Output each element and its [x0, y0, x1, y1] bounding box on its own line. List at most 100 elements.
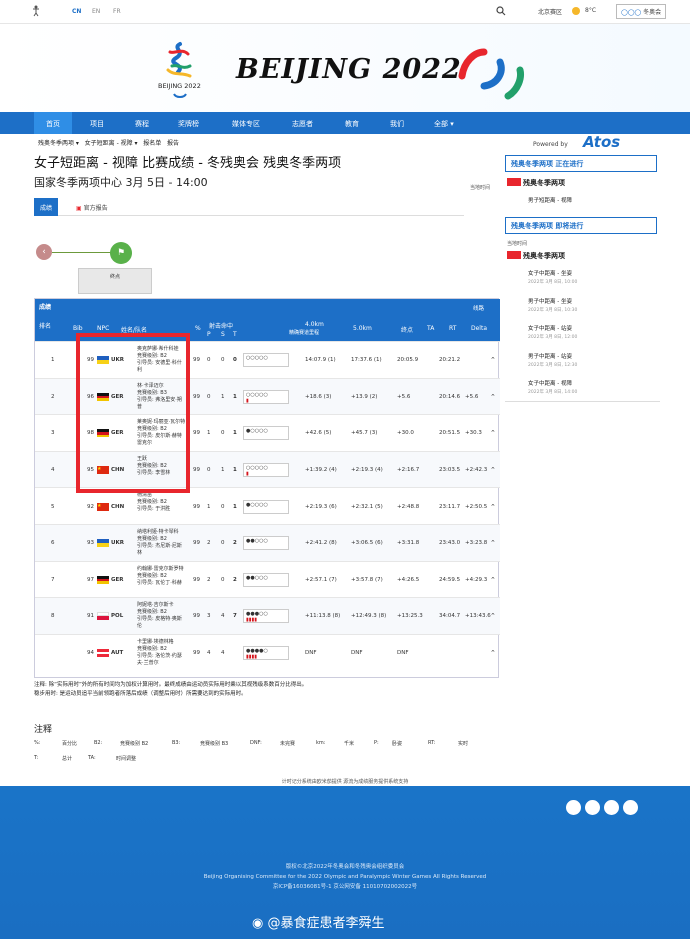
athlete-info[interactable]: 杨清苗 竞赛级别: B2 引导员: 于洪胜 [137, 492, 170, 513]
col-delta[interactable]: Delta [471, 325, 487, 332]
chevron-up-icon[interactable]: ⌃ [490, 466, 496, 474]
olympic-switch[interactable]: ◯◯◯ 冬奥会 [616, 4, 667, 19]
chevron-up-icon[interactable]: ⌃ [490, 576, 496, 584]
col-bib[interactable]: Bib [73, 325, 83, 332]
athlete-info[interactable]: 卡里娜·埃德林格 竞赛级别: B2 引导员: 洛伦茨·约瑟 夫·兰普尔 [137, 639, 182, 667]
chevron-up-icon[interactable]: ⌃ [490, 649, 496, 657]
upcoming-event-time: 2022年 3月 8日, 10:00 [528, 280, 578, 285]
douyin-icon[interactable] [604, 800, 619, 815]
nav-volunteers[interactable]: 志愿者 [292, 119, 313, 129]
live-now-title[interactable]: 残奥冬季两项 正在进行 [505, 155, 657, 172]
penalty-icons: ▮ [246, 397, 249, 404]
shooting-targets[interactable]: ●●○○○ [243, 536, 289, 551]
col-pct[interactable]: % [195, 325, 201, 332]
nav-home[interactable]: 首页 [34, 112, 72, 134]
table-row[interactable]: 8 91 POL 阿妮塔·吉尔斯卡 竞赛级别: B2 引导员: 皮格特·奥斯伦 99 3 4 7 ●… [35, 597, 500, 634]
table-row[interactable]: 7 97 GER 约翰娜·雷克尔斯罗特 竞赛级别: B2 引导员: 瓦伦丁·科赫 99 2 0 2… [35, 560, 500, 598]
upcoming-title[interactable]: 残奥冬季两项 即将进行 [505, 217, 657, 234]
chevron-up-icon[interactable]: ⌃ [490, 539, 496, 547]
kuaishou-icon[interactable] [623, 800, 638, 815]
split-4km: +18.6 (3) [305, 393, 332, 400]
breadcrumb-entries[interactable]: 报名单 [143, 140, 161, 147]
lang-en[interactable]: EN [92, 8, 100, 15]
nav-about[interactable]: 我们 [390, 119, 404, 129]
finish-time: +3:31.8 [397, 540, 420, 547]
breadcrumb-report[interactable]: 报告 [167, 140, 179, 147]
finish-time: DNF [397, 650, 409, 657]
search-icon[interactable] [496, 6, 506, 16]
table-row[interactable]: 6 93 UKR 纳塔利娅·特卡琴科 竞赛级别: B2 引导员: 杰尼斯·尼斯林 99 2 0 2… [35, 524, 500, 561]
icp-record[interactable]: 京ICP备16036081号-1 京公网安备 11010702002022号 [0, 882, 690, 892]
chevron-up-icon[interactable]: ⌃ [490, 429, 496, 437]
athlete-info[interactable]: 纳塔利娅·特卡琴科 竞赛级别: B2 引导员: 杰尼斯·尼斯林 [137, 529, 182, 557]
athlete-info[interactable]: 阿妮塔·吉尔斯卡 竞赛级别: B2 引导员: 皮格特·奥斯伦 [137, 602, 182, 630]
results-section-title: 成绩 [39, 304, 52, 311]
annotation-key: T: [34, 755, 39, 761]
bib: 93 [87, 540, 94, 547]
chevron-up-icon[interactable]: ⌃ [490, 393, 496, 401]
tab-results[interactable]: 成绩 [34, 198, 59, 216]
col-rt[interactable]: RT [449, 325, 456, 332]
rank: 5 [51, 503, 55, 510]
weibo-icon[interactable] [566, 800, 581, 815]
col-5km[interactable]: 5.0km [353, 325, 372, 332]
main-nav: 首页 项目 赛程 奖牌榜 媒体专区 志愿者 教育 我们 全部 ▾ [0, 112, 690, 134]
nav-all-label: 全部 [434, 120, 448, 128]
real-time: 23:03.5 [439, 467, 461, 474]
prone: 2 [207, 576, 211, 583]
chevron-up-icon[interactable]: ⌃ [490, 356, 496, 364]
nav-media[interactable]: 媒体专区 [232, 119, 260, 129]
upcoming-event[interactable]: 男子中距离 - 坐姿 [528, 297, 572, 305]
weibo-watermark-icon: ◉ [252, 916, 268, 931]
breadcrumb-sport[interactable]: 残奥冬季两项 [38, 140, 74, 147]
nav-schedule[interactable]: 赛程 [135, 119, 149, 129]
live-event[interactable]: 男子短距离 - 视障 [528, 196, 572, 204]
wechat-icon[interactable] [585, 800, 600, 815]
tab-official-report[interactable]: ▣ 官方报告 [70, 198, 114, 216]
annotation-value: 卧姿 [392, 741, 403, 747]
upcoming-event[interactable]: 女子中距离 - 视障 [528, 379, 572, 387]
shooting-targets[interactable]: ●●●○○ ▮▮▮▮ [243, 609, 289, 624]
nav-sports[interactable]: 项目 [90, 119, 104, 129]
shooting-targets[interactable]: ○○○○○ [243, 353, 289, 368]
real-time: 23:43.0 [439, 540, 461, 547]
breadcrumb-event[interactable]: 女子短距离 - 视障 [85, 140, 133, 147]
col-finish[interactable]: 终点 [401, 325, 413, 334]
finish-time: +2:16.7 [397, 467, 420, 474]
annotation-value: 百分比 [62, 741, 78, 747]
finish-flag-icon[interactable]: ⚑ [110, 242, 132, 264]
percent: 99 [193, 540, 200, 547]
upcoming-event[interactable]: 女子中距离 - 站姿 [528, 324, 572, 332]
delta: +4:29.3 [465, 576, 488, 583]
copyright: 版权©北京2022年冬奥会和冬残奥会组织委员会 Beijing Organisi… [0, 862, 690, 892]
shooting-targets[interactable]: ○○○○○ ▮ [243, 463, 289, 478]
upcoming-event[interactable]: 男子中距离 - 站姿 [528, 352, 572, 360]
lang-cn[interactable]: CN [72, 8, 81, 15]
athlete-info[interactable]: 约翰娜·雷克尔斯罗特 竞赛级别: B2 引导员: 瓦伦丁·科赫 [137, 566, 184, 587]
col-ta[interactable]: TA [427, 325, 434, 332]
shooting-targets[interactable]: ●○○○○ [243, 499, 289, 514]
nav-medals[interactable]: 奖牌榜 [178, 119, 199, 129]
progress-flow: ‹ ⚑ 终点 [36, 238, 476, 298]
col-rank[interactable]: 排名 [39, 321, 51, 330]
penalty-icons: ▮▮▮▮ [246, 617, 258, 624]
nav-all[interactable]: 全部 ▾ [434, 119, 454, 129]
table-row[interactable]: 94 AUT 卡里娜·埃德林格 竞赛级别: B2 引导员: 洛伦茨·约瑟 夫·兰普尔 99 4… [35, 633, 500, 671]
lang-fr[interactable]: FR [113, 8, 121, 15]
accessibility-icon[interactable] [30, 5, 42, 17]
col-npc[interactable]: NPC [97, 325, 109, 332]
chevron-up-icon[interactable]: ⌃ [490, 503, 496, 511]
finish-time: +13:25.3 [397, 613, 423, 620]
prev-arrow-icon[interactable]: ‹ [36, 244, 52, 260]
real-time: 23:11.7 [439, 503, 461, 510]
finish-point[interactable]: 终点 [78, 268, 152, 294]
chevron-up-icon[interactable]: ⌃ [490, 612, 496, 620]
annotation-key: %: [34, 740, 41, 746]
col-4km[interactable]: 4.0km [305, 321, 324, 328]
nav-education[interactable]: 教育 [345, 119, 359, 129]
shooting-targets[interactable]: ●○○○○ [243, 426, 289, 441]
shooting-targets[interactable]: ●●●●○ ▮▮▮▮ [243, 646, 289, 661]
shooting-targets[interactable]: ○○○○○ ▮ [243, 389, 289, 404]
shooting-targets[interactable]: ●●○○○ [243, 572, 289, 587]
upcoming-event[interactable]: 女子中距离 - 坐姿 [528, 269, 572, 277]
